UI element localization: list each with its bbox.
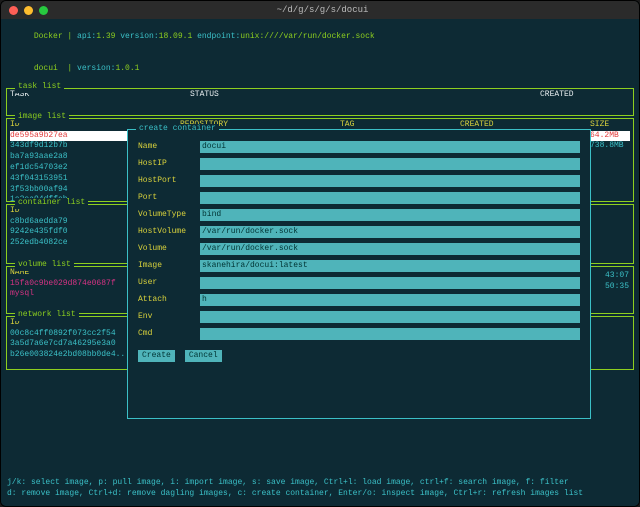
field-env: Env	[138, 311, 580, 323]
image-input[interactable]: skanehira/docui:latest	[200, 260, 580, 272]
modal-label: create container	[136, 124, 219, 135]
field-volumetype: VolumeType bind	[138, 209, 580, 221]
terminal[interactable]: Docker | api:1.39 version:18.09.1 endpoi…	[1, 19, 639, 475]
minimize-icon[interactable]	[24, 6, 33, 15]
hostvolume-input[interactable]: /var/run/docker.sock	[200, 226, 580, 238]
port-input[interactable]	[200, 192, 580, 204]
env-input[interactable]	[200, 311, 580, 323]
field-image: Image skanehira/docui:latest	[138, 260, 580, 272]
volume-input[interactable]: /var/run/docker.sock	[200, 243, 580, 255]
field-user: User	[138, 277, 580, 289]
create-button[interactable]: Create	[138, 350, 175, 362]
app-window: ~/d/g/s/g/s/docui Docker | api:1.39 vers…	[0, 0, 640, 507]
window-title: ~/d/g/s/g/s/docui	[54, 4, 591, 16]
create-container-modal: create container Name docui HostIP HostP…	[127, 129, 591, 419]
maximize-icon[interactable]	[39, 6, 48, 15]
hostip-input[interactable]	[200, 158, 580, 170]
panel-label: network list	[15, 310, 79, 321]
field-cmd: Cmd	[138, 328, 580, 340]
task-header: TASK STATUS CREATED	[10, 90, 630, 101]
cmd-input[interactable]	[200, 328, 580, 340]
field-hostport: HostPort	[138, 175, 580, 187]
volumetype-input[interactable]: bind	[200, 209, 580, 221]
close-icon[interactable]	[9, 6, 18, 15]
help-line-2: d: remove image, Ctrl+d: remove dagling …	[7, 489, 633, 500]
modal-buttons: Create Cancel	[138, 350, 580, 362]
field-hostip: HostIP	[138, 158, 580, 170]
hostport-input[interactable]	[200, 175, 580, 187]
field-port: Port	[138, 192, 580, 204]
help-bar: j/k: select image, p: pull image, i: imp…	[1, 475, 639, 506]
panel-label: volume list	[15, 260, 74, 271]
header-line-2: docui | version:1.0.1	[5, 53, 635, 85]
attach-input[interactable]: h	[200, 294, 580, 306]
cancel-button[interactable]: Cancel	[185, 350, 222, 362]
task-list-panel: task list TASK STATUS CREATED	[6, 88, 634, 116]
field-hostvolume: HostVolume /var/run/docker.sock	[138, 226, 580, 238]
panel-label: task list	[15, 82, 64, 93]
field-volume: Volume /var/run/docker.sock	[138, 243, 580, 255]
field-attach: Attach h	[138, 294, 580, 306]
titlebar: ~/d/g/s/g/s/docui	[1, 1, 639, 19]
volume-times: 43:07 50:35	[605, 271, 629, 293]
panel-label: container list	[15, 198, 88, 209]
header-line-1: Docker | api:1.39 version:18.09.1 endpoi…	[5, 21, 635, 53]
field-name: Name docui	[138, 141, 580, 153]
help-line-1: j/k: select image, p: pull image, i: imp…	[7, 478, 633, 489]
user-input[interactable]	[200, 277, 580, 289]
panel-label: image list	[15, 112, 69, 123]
name-input[interactable]: docui	[200, 141, 580, 153]
